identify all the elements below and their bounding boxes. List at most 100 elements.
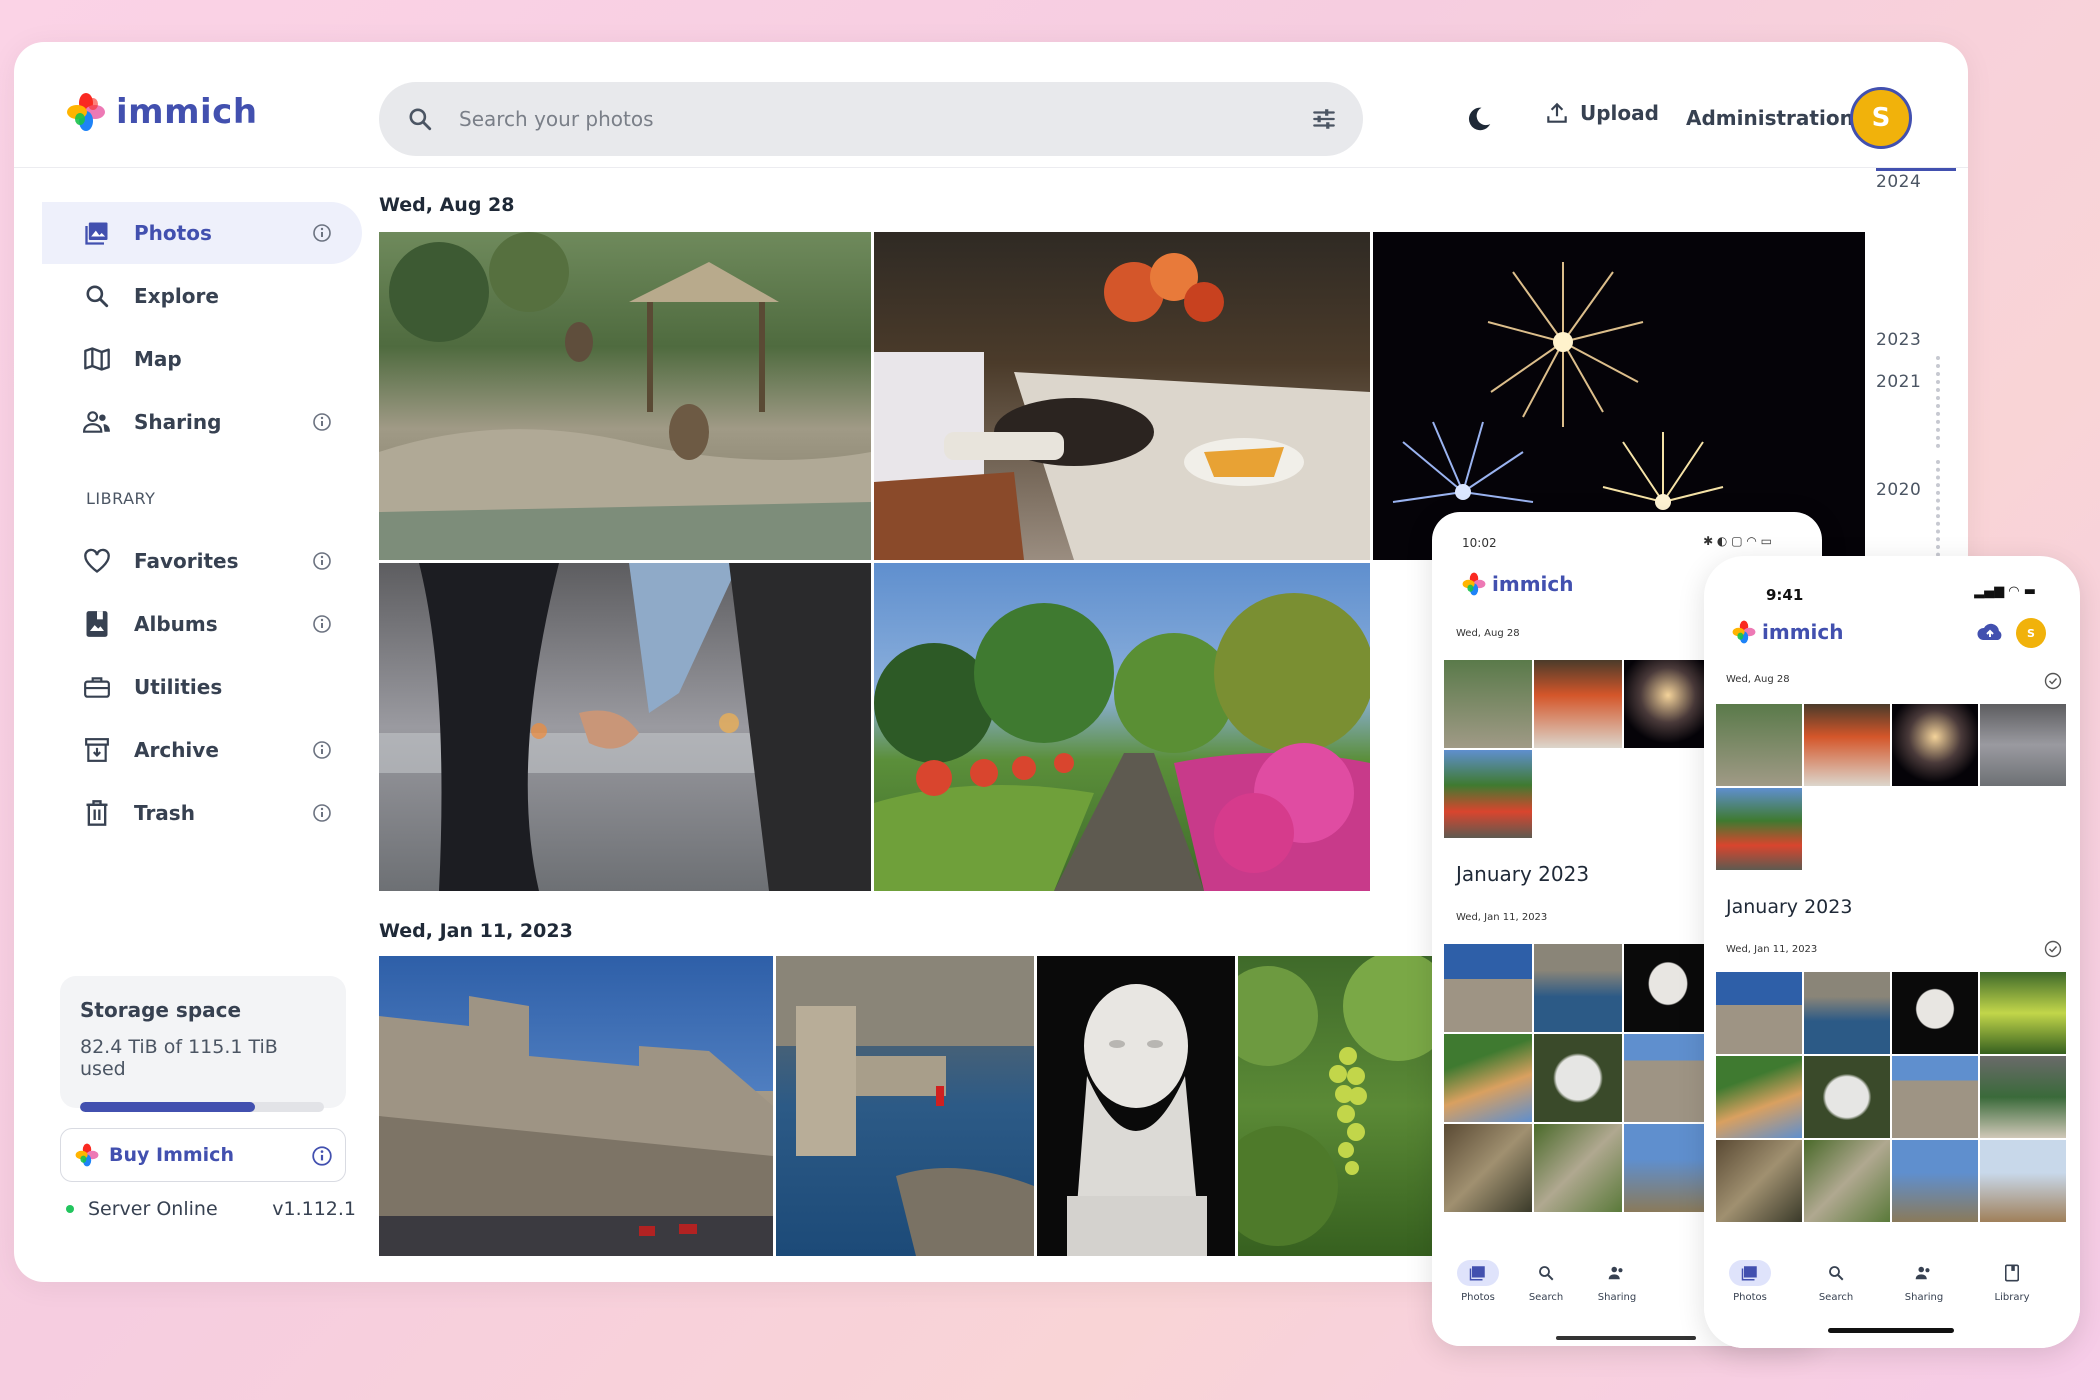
thumbnail[interactable] xyxy=(1980,1056,2066,1138)
thumbnail[interactable] xyxy=(1444,750,1532,838)
sidebar-item-albums[interactable]: Albums xyxy=(42,593,362,655)
tab-sharing[interactable]: Sharing xyxy=(1582,1260,1652,1303)
administration-link[interactable]: Administration xyxy=(1686,106,1854,130)
date-group-header: Wed, Aug 28 xyxy=(1726,674,1790,685)
people-icon xyxy=(1903,1260,1945,1286)
month-heading: January 2023 xyxy=(1726,896,1853,918)
thumbnail[interactable] xyxy=(1624,1124,1712,1212)
thumbnail[interactable] xyxy=(1716,1056,1802,1138)
sidebar-item-label: Explore xyxy=(134,284,219,308)
tab-sharing[interactable]: Sharing xyxy=(1892,1260,1956,1303)
app-name: immich xyxy=(1762,620,1844,644)
tab-library[interactable]: Library xyxy=(1980,1260,2044,1303)
upload-button[interactable]: Upload xyxy=(1544,100,1659,126)
thumbnail[interactable] xyxy=(1892,704,1978,786)
thumbnail[interactable] xyxy=(1716,788,1802,870)
photo-zoo-monkeys[interactable] xyxy=(379,232,871,560)
photo-bust-sculpture[interactable] xyxy=(1037,956,1235,1256)
sidebar-item-label: Trash xyxy=(134,801,195,825)
timeline-year[interactable]: 2024 xyxy=(1876,172,1921,192)
user-avatar[interactable]: S xyxy=(2016,618,2046,648)
filter-sliders-icon[interactable] xyxy=(1311,106,1337,132)
tab-photos[interactable]: Photos xyxy=(1448,1260,1508,1303)
photo-holding-hands[interactable] xyxy=(379,563,871,891)
thumbnail[interactable] xyxy=(1892,972,1978,1054)
thumbnail[interactable] xyxy=(1534,944,1622,1032)
sidebar-item-label: Favorites xyxy=(134,549,239,573)
photo-dinner-table[interactable] xyxy=(874,232,1370,560)
thumbnail[interactable] xyxy=(1444,944,1532,1032)
thumbnail[interactable] xyxy=(1804,704,1890,786)
thumbnail[interactable] xyxy=(1892,1140,1978,1222)
sidebar-item-archive[interactable]: Archive xyxy=(42,719,362,781)
thumbnail[interactable] xyxy=(1980,972,2066,1054)
top-bar: immich Upload Administration S xyxy=(14,42,1968,168)
thumbnail[interactable] xyxy=(1716,972,1802,1054)
cloud-backup-icon[interactable] xyxy=(1976,622,2004,644)
photo-illustration xyxy=(874,593,1370,891)
photo-illustration xyxy=(874,253,1370,560)
select-check-icon[interactable] xyxy=(2044,672,2062,690)
photo-garden-path[interactable] xyxy=(874,563,1370,891)
thumbnail[interactable] xyxy=(1980,1140,2066,1222)
photo-harbor-tower[interactable] xyxy=(776,956,1034,1256)
sidebar-item-trash[interactable]: Trash xyxy=(42,782,362,844)
timeline-year[interactable]: 2023 xyxy=(1876,330,1921,350)
thumbnail[interactable] xyxy=(1716,704,1802,786)
info-icon[interactable] xyxy=(312,551,332,571)
photo-sea-grapes[interactable] xyxy=(1238,956,1444,1256)
info-icon[interactable] xyxy=(312,223,332,243)
photo-illustration xyxy=(379,232,871,560)
buy-immich-button[interactable]: Buy Immich xyxy=(60,1128,346,1182)
home-indicator xyxy=(1828,1328,1954,1333)
search-bar[interactable] xyxy=(379,82,1363,156)
tab-search[interactable]: Search xyxy=(1806,1260,1866,1303)
user-avatar[interactable]: S xyxy=(1850,87,1912,149)
thumbnail[interactable] xyxy=(1624,1034,1712,1122)
dark-mode-toggle-icon[interactable] xyxy=(1464,104,1494,134)
info-icon[interactable] xyxy=(311,1145,333,1167)
thumbnail[interactable] xyxy=(1892,1056,1978,1138)
thumbnail[interactable] xyxy=(1804,1140,1890,1222)
thumbnail[interactable] xyxy=(1534,1124,1622,1212)
sidebar-item-favorites[interactable]: Favorites xyxy=(42,530,362,592)
album-icon xyxy=(1991,1260,2033,1286)
info-icon[interactable] xyxy=(312,803,332,823)
thumbnail[interactable] xyxy=(1444,1034,1532,1122)
app-logo[interactable]: immich xyxy=(66,92,258,132)
tab-search[interactable]: Search xyxy=(1516,1260,1576,1303)
storage-title: Storage space xyxy=(80,998,242,1022)
photo-dubrovnik-walls[interactable] xyxy=(379,956,773,1256)
select-check-icon[interactable] xyxy=(2044,940,2062,958)
sidebar-item-map[interactable]: Map xyxy=(42,328,362,390)
thumbnail[interactable] xyxy=(1534,1034,1622,1122)
tab-photos[interactable]: Photos xyxy=(1720,1260,1780,1303)
thumbnail[interactable] xyxy=(1804,972,1890,1054)
thumbnail[interactable] xyxy=(1716,1140,1802,1222)
info-icon[interactable] xyxy=(312,412,332,432)
sidebar-item-sharing[interactable]: Sharing xyxy=(42,391,362,453)
thumbnail[interactable] xyxy=(1444,660,1532,748)
sidebar-item-explore[interactable]: Explore xyxy=(42,265,362,327)
sidebar-item-utilities[interactable]: Utilities xyxy=(42,656,362,718)
photo-fireworks[interactable] xyxy=(1373,232,1865,560)
trash-icon xyxy=(82,798,112,828)
timeline-year[interactable]: 2020 xyxy=(1876,480,1921,500)
sidebar-item-photos[interactable]: Photos xyxy=(42,202,362,264)
timeline-year[interactable]: 2021 xyxy=(1876,372,1921,392)
thumbnail[interactable] xyxy=(1804,1056,1890,1138)
thumbnail[interactable] xyxy=(1624,660,1712,748)
thumbnail[interactable] xyxy=(1980,704,2066,786)
photos-icon xyxy=(82,218,112,248)
thumbnail[interactable] xyxy=(1444,1124,1532,1212)
photos-icon xyxy=(1457,1260,1499,1286)
info-icon[interactable] xyxy=(312,614,332,634)
sidebar-item-label: Photos xyxy=(134,221,212,245)
ios-phone-mockup: 9:41 ▂▄▆ ◠ ▬ immich S Wed, Aug 28 Januar… xyxy=(1704,556,2080,1348)
search-input[interactable] xyxy=(459,107,1259,131)
info-icon[interactable] xyxy=(312,740,332,760)
photo-illustration xyxy=(379,996,773,1256)
heart-icon xyxy=(82,546,112,576)
thumbnail[interactable] xyxy=(1534,660,1622,748)
thumbnail[interactable] xyxy=(1624,944,1712,1032)
